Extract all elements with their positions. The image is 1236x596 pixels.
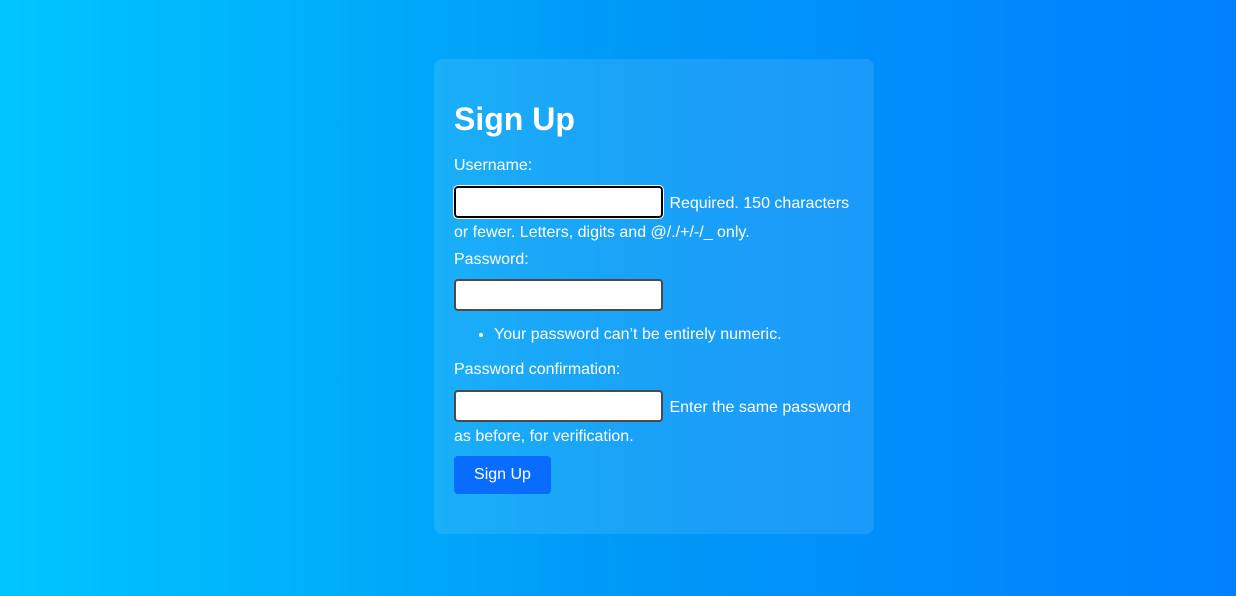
password-help-list: Your password can’t be entirely numeric. bbox=[454, 325, 782, 345]
password-help-item: Your password can’t be entirely numeric. bbox=[494, 325, 782, 345]
password-label: Password: bbox=[454, 251, 529, 268]
page-title: Sign Up bbox=[454, 101, 575, 137]
sign-up-button[interactable]: Sign Up bbox=[454, 456, 551, 494]
password-confirmation-row: Enter the same password as before, for v… bbox=[454, 390, 854, 449]
password-confirmation-label: Password confirmation: bbox=[454, 361, 621, 378]
signup-card: Sign Up Username: Required. 150 characte… bbox=[434, 59, 874, 534]
password-confirmation-input[interactable] bbox=[454, 390, 663, 422]
username-row: Required. 150 characters or fewer. Lette… bbox=[453, 185, 854, 245]
password-row bbox=[454, 279, 854, 313]
password-input[interactable] bbox=[454, 279, 663, 311]
username-label: Username: bbox=[454, 157, 533, 174]
username-input[interactable] bbox=[453, 185, 664, 219]
